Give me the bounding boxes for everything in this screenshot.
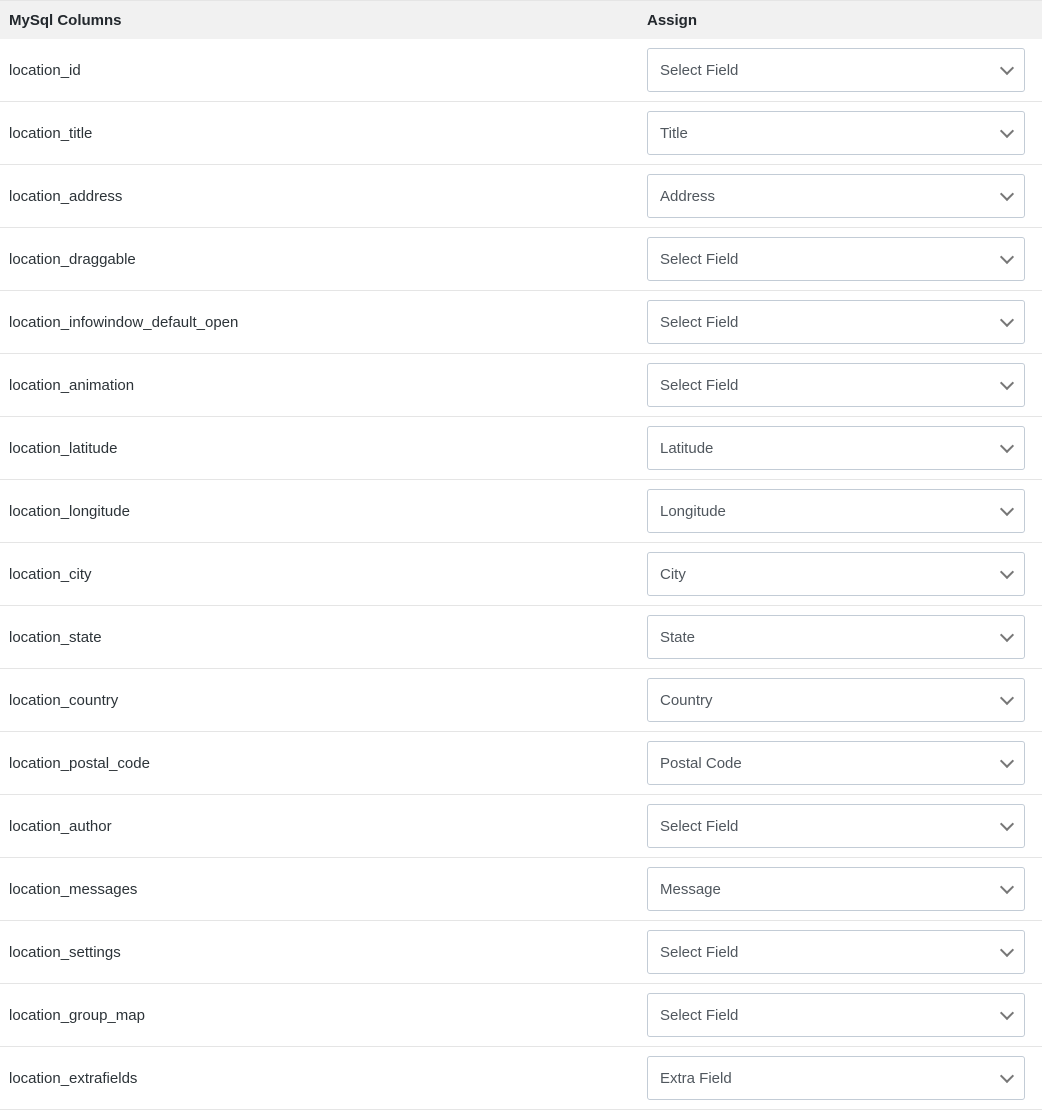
assign-field-select[interactable]: Latitude <box>647 426 1025 470</box>
column-mapping-table: MySql Columns Assign location_id Select … <box>0 0 1042 1110</box>
assign-field-select[interactable]: Select Field <box>647 363 1025 407</box>
selected-value: Select Field <box>660 943 739 961</box>
chevron-down-icon <box>999 942 1015 958</box>
selected-value: Country <box>660 691 713 709</box>
table-row: location_draggable Select Field <box>0 227 1042 291</box>
selected-value: Latitude <box>660 439 714 457</box>
assign-field-select[interactable]: Address <box>647 174 1025 218</box>
selected-value: Select Field <box>660 61 739 79</box>
selected-value: Longitude <box>660 502 726 520</box>
selected-value: State <box>660 628 696 646</box>
selected-value: Title <box>660 124 688 142</box>
chevron-down-icon <box>999 1068 1015 1084</box>
column-name: location_country <box>0 668 645 732</box>
column-name: location_infowindow_default_open <box>0 290 645 354</box>
assign-field-select[interactable]: State <box>647 615 1025 659</box>
column-name: location_animation <box>0 353 645 417</box>
table-row: location_author Select Field <box>0 794 1042 858</box>
assign-field-select[interactable]: Postal Code <box>647 741 1025 785</box>
assign-field-select[interactable]: Select Field <box>647 237 1025 281</box>
chevron-down-icon <box>999 375 1015 391</box>
table-row: location_group_map Select Field <box>0 983 1042 1047</box>
table-row: location_id Select Field <box>0 39 1042 102</box>
chevron-down-icon <box>999 60 1015 76</box>
assign-field-select[interactable]: Message <box>647 867 1025 911</box>
assign-field-select[interactable]: Select Field <box>647 300 1025 344</box>
column-name: location_state <box>0 605 645 669</box>
assign-field-select[interactable]: Extra Field <box>647 1056 1025 1100</box>
chevron-down-icon <box>999 312 1015 328</box>
column-name: location_latitude <box>0 416 645 480</box>
column-name: location_city <box>0 542 645 606</box>
table-row: location_messages Message <box>0 857 1042 921</box>
table-row: location_animation Select Field <box>0 353 1042 417</box>
selected-value: Select Field <box>660 817 739 835</box>
chevron-down-icon <box>999 816 1015 832</box>
assign-field-select[interactable]: Select Field <box>647 993 1025 1037</box>
assign-field-select[interactable]: Longitude <box>647 489 1025 533</box>
column-name: location_postal_code <box>0 731 645 795</box>
header-mysql-columns: MySql Columns <box>0 0 645 39</box>
chevron-down-icon <box>999 186 1015 202</box>
table-row: location_postal_code Postal Code <box>0 731 1042 795</box>
chevron-down-icon <box>999 501 1015 517</box>
chevron-down-icon <box>999 123 1015 139</box>
table-row: location_country Country <box>0 668 1042 732</box>
column-name: location_extrafields <box>0 1046 645 1110</box>
selected-value: Select Field <box>660 250 739 268</box>
column-name: location_author <box>0 794 645 858</box>
column-name: location_messages <box>0 857 645 921</box>
selected-value: Extra Field <box>660 1069 732 1087</box>
chevron-down-icon <box>999 753 1015 769</box>
table-row: location_title Title <box>0 101 1042 165</box>
table-header: MySql Columns Assign <box>0 0 1042 39</box>
assign-field-select[interactable]: Title <box>647 111 1025 155</box>
selected-value: Message <box>660 880 721 898</box>
selected-value: Select Field <box>660 376 739 394</box>
table-row: location_infowindow_default_open Select … <box>0 290 1042 354</box>
selected-value: Postal Code <box>660 754 742 772</box>
assign-field-select[interactable]: Select Field <box>647 804 1025 848</box>
chevron-down-icon <box>999 438 1015 454</box>
selected-value: Select Field <box>660 1006 739 1024</box>
column-name: location_id <box>0 39 645 102</box>
chevron-down-icon <box>999 627 1015 643</box>
table-row: location_city City <box>0 542 1042 606</box>
table-row: location_settings Select Field <box>0 920 1042 984</box>
table-row: location_extrafields Extra Field <box>0 1046 1042 1110</box>
chevron-down-icon <box>999 564 1015 580</box>
column-name: location_address <box>0 164 645 228</box>
table-row: location_state State <box>0 605 1042 669</box>
table-row: location_longitude Longitude <box>0 479 1042 543</box>
selected-value: City <box>660 565 686 583</box>
chevron-down-icon <box>999 690 1015 706</box>
table-row: location_address Address <box>0 164 1042 228</box>
assign-field-select[interactable]: Country <box>647 678 1025 722</box>
chevron-down-icon <box>999 1005 1015 1021</box>
header-assign: Assign <box>645 0 1042 39</box>
column-name: location_group_map <box>0 983 645 1047</box>
table-row: location_latitude Latitude <box>0 416 1042 480</box>
selected-value: Select Field <box>660 313 739 331</box>
column-name: location_longitude <box>0 479 645 543</box>
assign-field-select[interactable]: Select Field <box>647 930 1025 974</box>
assign-field-select[interactable]: City <box>647 552 1025 596</box>
column-name: location_title <box>0 101 645 165</box>
column-name: location_draggable <box>0 227 645 291</box>
chevron-down-icon <box>999 879 1015 895</box>
selected-value: Address <box>660 187 716 205</box>
column-name: location_settings <box>0 920 645 984</box>
chevron-down-icon <box>999 249 1015 265</box>
assign-field-select[interactable]: Select Field <box>647 48 1025 92</box>
